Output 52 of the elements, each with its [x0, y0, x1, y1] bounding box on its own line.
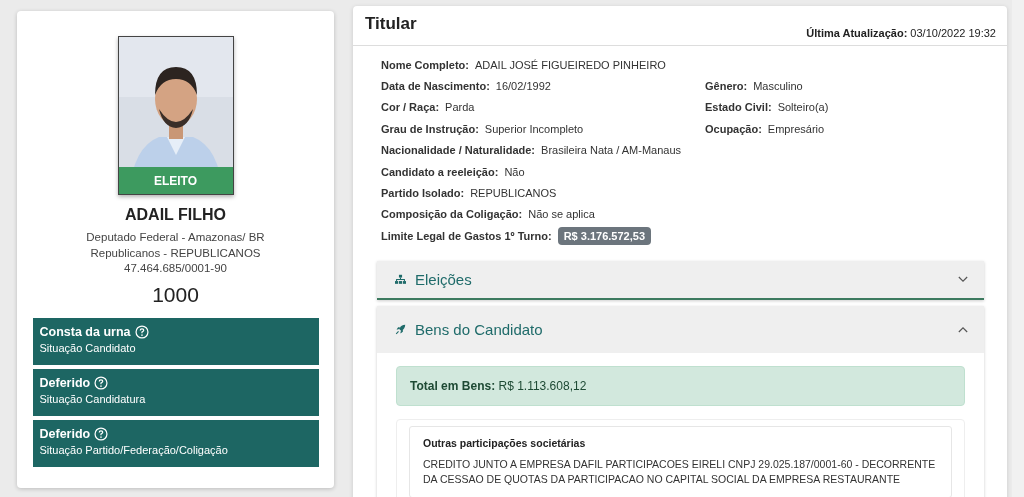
situation-label: Situação Candidatura [39, 392, 147, 405]
candidate-number: 1000 [152, 282, 199, 307]
candidate-party: Republicanos - REPUBLICANOS [90, 245, 261, 261]
asset-title: Outras participações societárias [423, 436, 587, 449]
field-label: Grau de Instrução: [381, 122, 479, 135]
field-value: ADAIL JOSÉ FIGUEIREDO PINHEIRO [475, 58, 666, 71]
field-label: Partido Isolado: [381, 187, 465, 200]
field-label: Estado Civil: [705, 101, 772, 114]
field-value: Empresário [767, 122, 825, 135]
field-value: Parda [445, 101, 475, 114]
field-label: Limite Legal de Gastos 1º Turno: [381, 229, 552, 242]
field-label: Ocupação: [705, 122, 762, 135]
sitemap-icon [395, 273, 406, 285]
chevron-up-icon [958, 325, 968, 333]
field-value: Masculino [753, 80, 803, 93]
situation-value: Deferido [39, 426, 91, 441]
situation-label: Situação Candidato [39, 341, 137, 354]
field-value: Solteiro(a) [777, 101, 829, 114]
elected-badge: ELEITO [118, 167, 233, 194]
help-icon[interactable] [94, 375, 109, 390]
field-value: Não se aplica [528, 208, 595, 221]
accordion-title: Eleições [415, 270, 473, 288]
help-icon[interactable] [134, 324, 149, 339]
chevron-down-icon [958, 275, 968, 283]
field-value: Superior Incompleto [484, 122, 584, 135]
accordion-header[interactable]: Bens do Candidato [377, 305, 984, 353]
field-label: Nacionalidade / Naturalidade: [381, 144, 536, 157]
amount-badge: R$ 3.176.572,53 [557, 226, 652, 245]
candidate-office: Deputado Federal - Amazonas/ BR [86, 230, 265, 245]
candidate-name: ADAIL FILHO [125, 206, 226, 224]
field-value: REPUBLICANOS [470, 187, 557, 200]
accordion-title: Bens do Candidato [415, 320, 544, 338]
field-label: Composição da Coligação: [381, 208, 523, 221]
field-label: Gênero: [705, 80, 748, 93]
situation-label: Situação Partido/Federação/Coligação [39, 443, 229, 456]
situation-value: Consta da urna [39, 324, 131, 339]
field-value: Brasileira Nata / AM-Manaus [541, 144, 682, 157]
rocket-icon [395, 323, 406, 335]
field-value: Não [504, 165, 525, 178]
situation-value: Deferido [39, 375, 91, 390]
field-label: Cor / Raça: [381, 101, 440, 114]
help-icon[interactable] [94, 426, 109, 441]
accordion-header[interactable]: Eleições [377, 260, 984, 300]
field-label: Candidato a reeleição: [381, 165, 499, 178]
section-title: Titular [365, 14, 417, 34]
field-label: Data de Nascimento: [381, 80, 490, 93]
candidate-cnpj: 47.464.685/0001-90 [124, 261, 227, 276]
last-update: Última Atualização: 03/10/2022 19:32 [806, 27, 996, 39]
asset-description: CREDITO JUNTO A EMPRESA DAFIL PARTICIPACOES EIRELI CNPJ 29.025.187/0001-60 - DECORRENTE DA CESSAO DE QUOTAS DA PARTICIPACAO NO CAPITAL SOCIAL DA EMPRESA RESTAURANTE [423, 456, 937, 487]
field-value: 16/02/1992 [495, 80, 551, 93]
field-label: Nome Completo: [381, 58, 469, 71]
total-text: Total em Bens: R$ 1.113.608,12 [410, 378, 587, 393]
